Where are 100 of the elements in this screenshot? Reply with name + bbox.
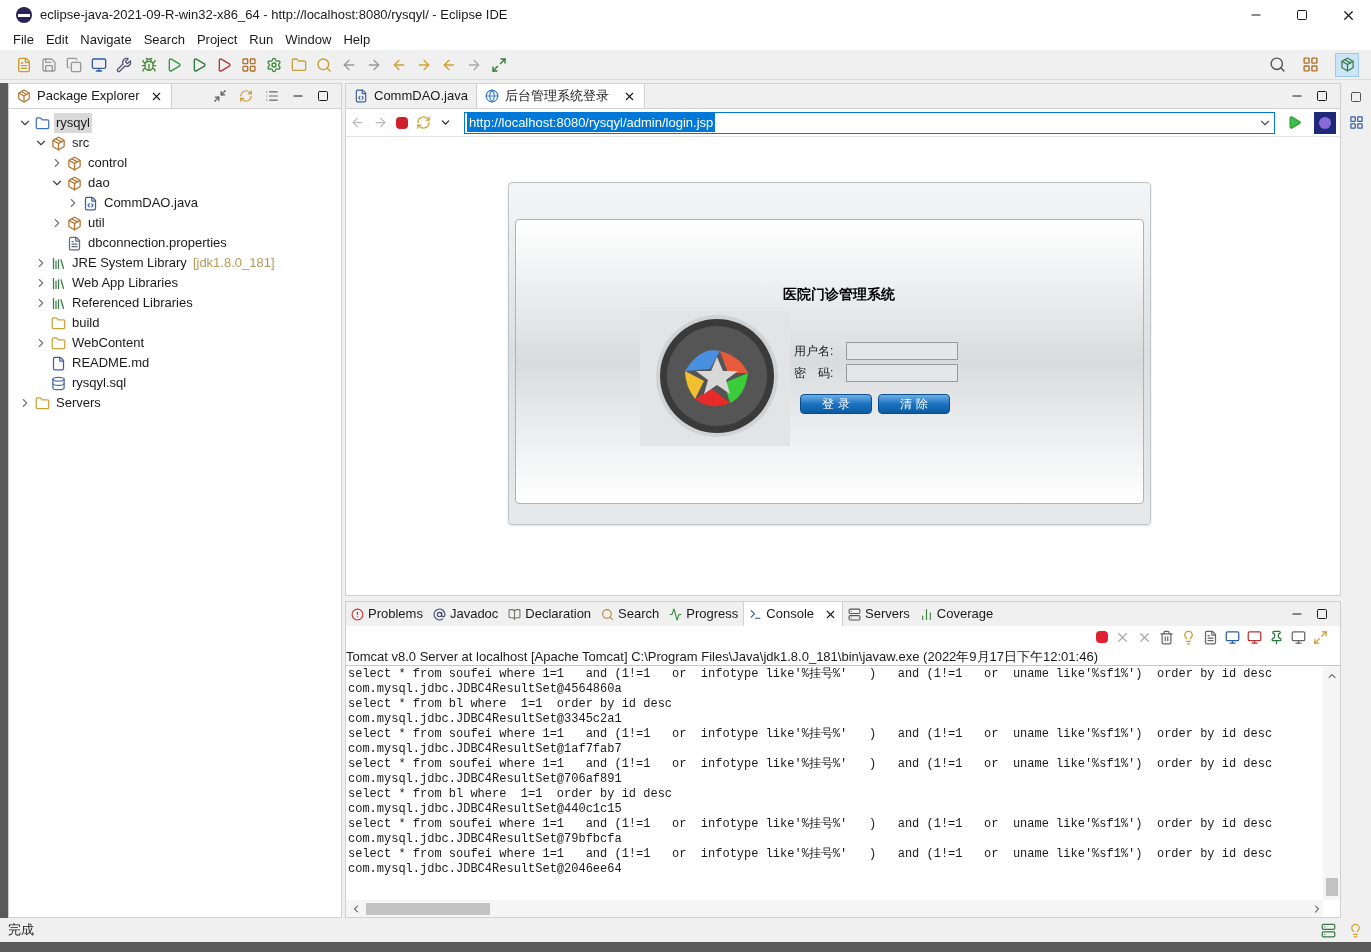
package-explorer-tab[interactable]: Package Explorer: [9, 84, 172, 108]
run-icon[interactable]: [166, 56, 182, 73]
restore-icon[interactable]: [1350, 91, 1362, 103]
view-tab[interactable]: Javadoc: [427, 602, 504, 626]
refresh-icon[interactable]: [416, 115, 431, 130]
menu-item[interactable]: Help: [338, 30, 376, 50]
console-line: com.mysql.jdbc.JDBC4ResultSet@706af891: [348, 772, 622, 787]
save-icon[interactable]: [41, 56, 57, 73]
clear-console-icon[interactable]: [1159, 629, 1174, 645]
maximize-icon[interactable]: [1316, 90, 1328, 102]
console-line: select * from soufei where 1=1 and (1!=1 or infotype like'%挂号%' ) and (1!=1 or uname like'%sf1%') order by id desc: [348, 727, 1273, 742]
tree-item[interactable]: JRE System Library: [70, 253, 189, 273]
view-tab[interactable]: Declaration: [503, 602, 597, 626]
menu-item[interactable]: Edit: [40, 30, 74, 50]
new-file-icon[interactable]: [16, 56, 32, 73]
menu-item[interactable]: Search: [138, 30, 190, 50]
menu-item[interactable]: Navigate: [75, 30, 137, 50]
login-button[interactable]: 登 录: [800, 394, 872, 414]
stop-icon[interactable]: [396, 116, 408, 129]
console-line: com.mysql.jdbc.JDBC4ResultSet@440c1c15: [348, 802, 622, 817]
view-tab[interactable]: Console: [743, 602, 844, 626]
console-line: com.mysql.jdbc.JDBC4ResultSet@1af7fab7: [348, 742, 622, 757]
terminate-icon[interactable]: [1096, 631, 1108, 643]
menu-item[interactable]: Run: [244, 30, 279, 50]
vertical-scrollbar[interactable]: [1323, 666, 1340, 900]
console-line: select * from soufei where 1=1 and (1!=1 or infotype like'%挂号%' ) and (1!=1 or uname like'%sf1%') order by id desc: [348, 847, 1273, 862]
tree-item[interactable]: src: [70, 133, 92, 153]
console-line: select * from soufei where 1=1 and (1!=1 or infotype like'%挂号%' ) and (1!=1 or uname like'%sf1%') order by id desc: [348, 817, 1273, 832]
tree-item[interactable]: rysqyl: [54, 113, 92, 133]
wrench-icon[interactable]: [116, 56, 132, 73]
tree-item[interactable]: Web App Libraries: [70, 273, 180, 293]
clear-button[interactable]: 清 除: [878, 394, 950, 414]
view-tab[interactable]: Progress: [664, 602, 744, 626]
at-sign-icon: [432, 607, 446, 621]
coverage-icon: [919, 607, 933, 621]
back-icon[interactable]: [350, 115, 365, 130]
tree-item[interactable]: CommDAO.java: [102, 193, 200, 213]
outline-icon[interactable]: [1348, 115, 1364, 130]
tree-item[interactable]: control: [86, 153, 130, 173]
tree-item[interactable]: Servers: [54, 393, 103, 413]
console-line: com.mysql.jdbc.JDBC4ResultSet@3345c2a1: [348, 712, 622, 727]
tree-item[interactable]: dao: [86, 173, 112, 193]
tab-label: Coverage: [936, 605, 994, 624]
view-tab[interactable]: Problems: [346, 602, 428, 626]
package-icon: [1339, 57, 1355, 72]
search-icon[interactable]: [1269, 56, 1286, 73]
editor-tab[interactable]: 后台管理系统登录: [476, 84, 645, 108]
file-icon: [67, 235, 82, 251]
maximize-icon[interactable]: [317, 90, 329, 102]
forward-icon[interactable]: [373, 115, 388, 130]
maximize-icon[interactable]: [1316, 608, 1328, 620]
console-line: select * from soufei where 1=1 and (1!=1 or infotype like'%挂号%' ) and (1!=1 or uname like'%sf1%') order by id desc: [348, 757, 1273, 772]
pin-icon[interactable]: [1269, 629, 1284, 645]
package-icon: [67, 155, 82, 171]
java-file-icon: [354, 89, 368, 103]
tab-label: Javadoc: [449, 605, 499, 624]
menu-item[interactable]: File: [8, 30, 39, 50]
username-label: 用户名:: [794, 343, 835, 360]
url-field[interactable]: http://localhost:8080/rysqyl/admin/login.jsp: [464, 111, 1275, 134]
tab-label: Search: [618, 605, 660, 624]
run-server-icon[interactable]: [191, 56, 207, 73]
library-icon: [51, 295, 66, 311]
tree-item[interactable]: rysqyl.sql: [70, 373, 129, 393]
window-title: eclipse-java-2021-09-R-win32-x86_64 - http://localhost:8080/rysqyl/ - Eclipse IDE: [40, 6, 508, 25]
view-tab[interactable]: Coverage: [914, 602, 999, 626]
username-field[interactable]: [846, 342, 958, 360]
view-menu-icon[interactable]: [265, 89, 279, 103]
save-all-icon[interactable]: [66, 56, 82, 73]
view-tab[interactable]: Servers: [843, 602, 915, 626]
console-line: select * from soufei where 1=1 and (1!=1 or infotype like'%挂号%' ) and (1!=1 or uname like'%sf1%') order by id desc: [348, 667, 1273, 682]
tree-item[interactable]: util: [86, 213, 107, 233]
status-text: 完成: [8, 921, 34, 940]
tree-item[interactable]: Referenced Libraries: [70, 293, 195, 313]
java-ee-perspective-button[interactable]: [1335, 52, 1359, 77]
system-title: 医院门诊管理系统: [783, 285, 895, 304]
go-icon[interactable]: [1287, 115, 1302, 130]
server-status-icon[interactable]: [1321, 922, 1336, 938]
external-tool-icon[interactable]: [216, 56, 232, 73]
tab-label: Package Explorer: [37, 87, 140, 106]
console-icon: [749, 607, 763, 621]
horizontal-scrollbar[interactable]: [346, 900, 1323, 917]
menu-item[interactable]: Project: [191, 30, 243, 50]
menu-item[interactable]: Window: [280, 30, 337, 50]
bug-icon[interactable]: [141, 56, 157, 73]
password-field[interactable]: [846, 364, 958, 382]
view-tab[interactable]: Search: [596, 602, 665, 626]
scroll-thumb[interactable]: [1325, 878, 1338, 896]
package-icon: [67, 175, 82, 191]
scroll-thumb[interactable]: [366, 902, 490, 915]
lightbulb-icon[interactable]: [1348, 922, 1363, 938]
tree-item[interactable]: build: [70, 313, 102, 333]
tree-item[interactable]: dbconnection.properties: [86, 233, 229, 253]
console-header: Tomcat v8.0 Server at localhost [Apache Tomcat] C:\Program Files\Java\jdk1.8.0_181\bin\javaw.exe (2022年9月17日下午12:01:46): [346, 648, 1340, 666]
servers-icon: [848, 607, 862, 621]
monitor-icon[interactable]: [91, 56, 107, 73]
tree-item[interactable]: WebContent: [70, 333, 147, 353]
collapse-all-icon[interactable]: [213, 89, 227, 103]
tree-item[interactable]: README.md: [70, 353, 152, 373]
package-icon: [17, 89, 31, 103]
tab-label: Progress: [686, 605, 739, 624]
